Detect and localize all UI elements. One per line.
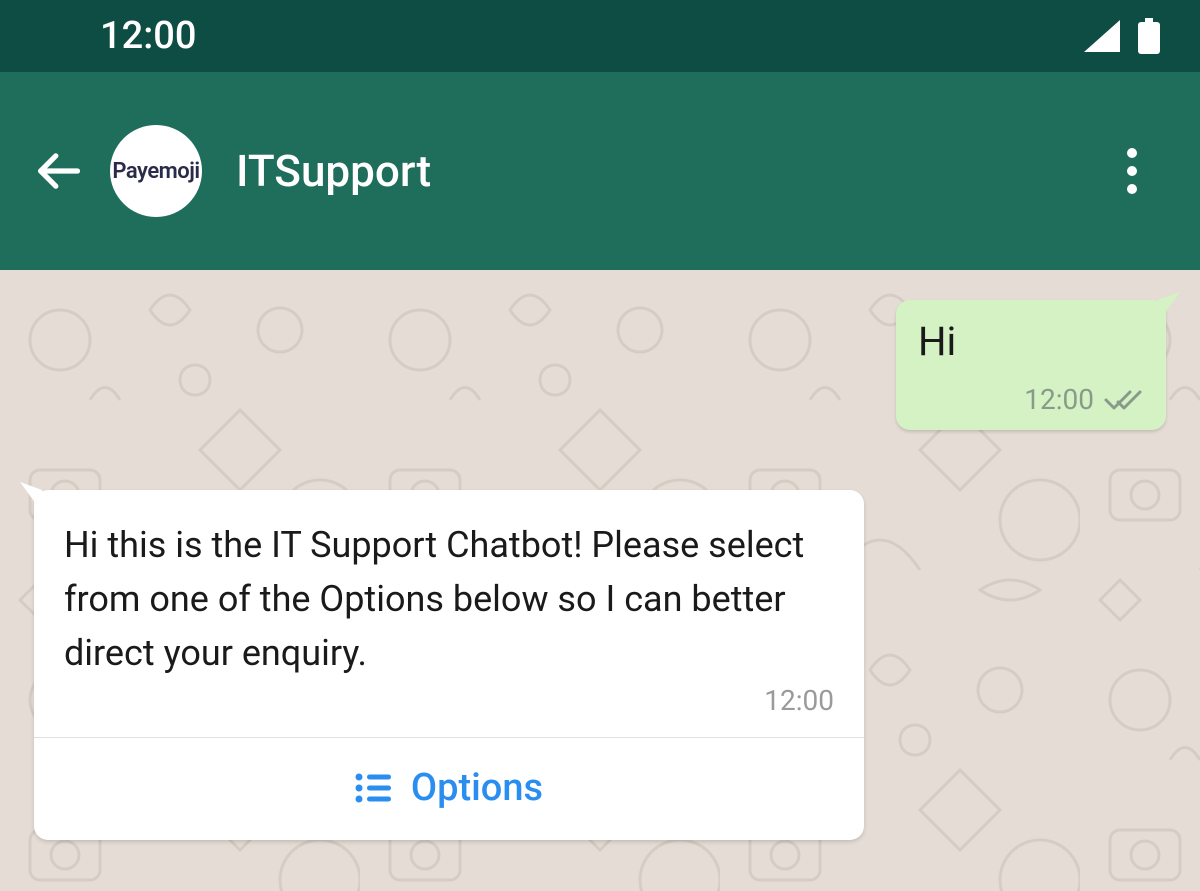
android-status-bar: 12:00 xyxy=(0,0,1200,72)
back-button[interactable] xyxy=(30,143,86,199)
message-time: 12:00 xyxy=(1024,383,1094,416)
chat-title[interactable]: ITSupport xyxy=(236,145,431,197)
options-button[interactable]: Options xyxy=(34,738,864,840)
message-text: Hi this is the IT Support Chatbot! Pleas… xyxy=(64,524,804,674)
read-receipt-icon xyxy=(1104,388,1144,412)
options-label: Options xyxy=(411,766,543,810)
list-icon xyxy=(355,773,391,803)
more-options-button[interactable] xyxy=(1104,143,1160,199)
avatar[interactable]: Payemoji xyxy=(110,125,202,217)
avatar-text: Payemoji xyxy=(112,159,199,184)
signal-icon xyxy=(1084,20,1120,52)
chat-area[interactable]: Hi 12:00 Hi this is the IT Support Chatb… xyxy=(0,270,1200,891)
battery-icon xyxy=(1138,18,1160,54)
message-time: 12:00 xyxy=(64,684,834,717)
outgoing-message[interactable]: Hi 12:00 xyxy=(896,300,1166,430)
status-icons xyxy=(1084,18,1160,54)
more-vert-icon xyxy=(1126,147,1138,195)
message-text: Hi xyxy=(918,318,1144,365)
chat-app-bar: Payemoji ITSupport xyxy=(0,72,1200,270)
status-time: 12:00 xyxy=(100,14,196,58)
incoming-message[interactable]: Hi this is the IT Support Chatbot! Pleas… xyxy=(34,490,864,840)
